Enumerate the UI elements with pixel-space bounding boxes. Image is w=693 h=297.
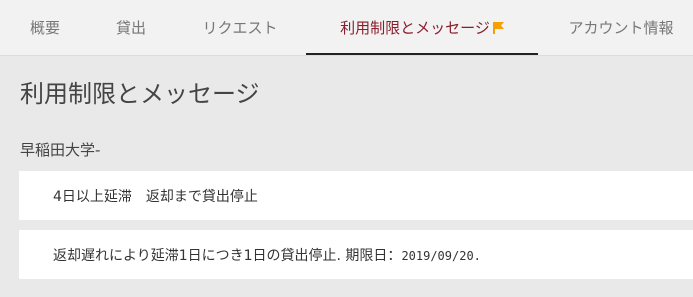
flag-icon bbox=[492, 22, 504, 34]
message-text-with-date: 返却遅れにより延滞1日につき1日の貸出停止. 期限日：2019/09/20. bbox=[53, 245, 481, 265]
message-card: 4日以上延滞 返却まで貸出停止 bbox=[19, 171, 693, 220]
account-tabs: 概要 貸出 リクエスト 利用制限とメッセージ アカウント情報 bbox=[0, 0, 693, 56]
tab-loans[interactable]: 貸出 bbox=[100, 0, 162, 55]
tab-blocks-messages[interactable]: 利用制限とメッセージ bbox=[306, 0, 538, 55]
blocks-and-messages-page: 概要 貸出 リクエスト 利用制限とメッセージ アカウント情報 利用制限とメッセー… bbox=[0, 0, 693, 297]
tab-requests-label: リクエスト bbox=[202, 19, 278, 37]
tab-loans-label: 貸出 bbox=[115, 19, 146, 37]
due-date: 2019/09/20. bbox=[401, 249, 481, 263]
tab-account-info-label: アカウント情報 bbox=[568, 19, 674, 37]
tab-account-info[interactable]: アカウント情報 bbox=[558, 0, 684, 55]
tab-overview[interactable]: 概要 bbox=[14, 0, 76, 55]
page-title: 利用制限とメッセージ bbox=[20, 80, 260, 108]
tab-overview-label: 概要 bbox=[29, 19, 60, 37]
institution-name: 早稲田大学- bbox=[20, 141, 101, 159]
message-text: 返却遅れにより延滞1日につき1日の貸出停止. 期限日： bbox=[53, 248, 402, 264]
tab-blocks-messages-label: 利用制限とメッセージ bbox=[340, 19, 490, 37]
message-text: 4日以上延滞 返却まで貸出停止 bbox=[53, 189, 258, 205]
message-card: 返却遅れにより延滞1日につき1日の貸出停止. 期限日：2019/09/20. bbox=[19, 230, 693, 279]
tab-requests[interactable]: リクエスト bbox=[190, 0, 290, 55]
